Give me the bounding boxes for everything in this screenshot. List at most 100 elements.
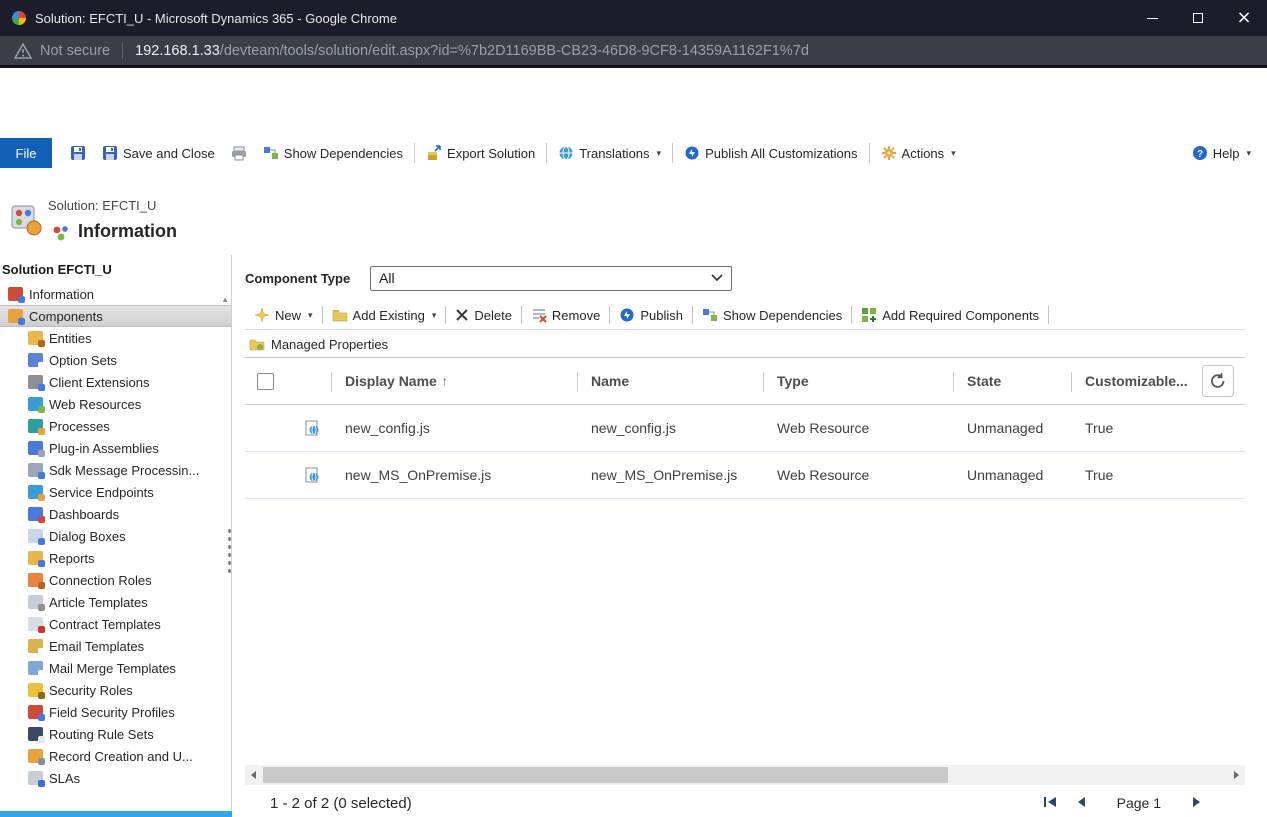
table-row[interactable]: new_MS_OnPremise.js new_MS_OnPremise.js … bbox=[245, 452, 1245, 499]
sidebar-item-entities[interactable]: Entities bbox=[0, 327, 231, 349]
scroll-left-button[interactable] bbox=[245, 765, 263, 785]
sidebar-item-information[interactable]: Information bbox=[0, 283, 231, 305]
solution-breadcrumb: Solution: EFCTI_U bbox=[48, 198, 156, 213]
information-page-icon bbox=[52, 224, 70, 247]
sidebar-splitter-handle[interactable] bbox=[227, 527, 232, 573]
sidebar-item-connection-roles[interactable]: Connection Roles bbox=[0, 569, 231, 591]
show-dependencies-grid-button[interactable]: Show Dependencies bbox=[693, 307, 851, 323]
service-endpoints-icon bbox=[28, 485, 43, 499]
refresh-icon bbox=[1209, 372, 1227, 390]
mail-merge-templates-icon bbox=[28, 661, 43, 675]
close-button[interactable]: × bbox=[1221, 0, 1267, 36]
delete-x-icon bbox=[455, 308, 469, 322]
address-bar[interactable]: Not secure 192.168.1.33 /devteam/tools/s… bbox=[0, 36, 1267, 68]
sidebar-title: Solution EFCTI_U bbox=[0, 255, 231, 283]
page-title: Information bbox=[78, 221, 177, 242]
sidebar-item-article-templates[interactable]: Article Templates bbox=[0, 591, 231, 613]
save-button[interactable] bbox=[62, 140, 94, 166]
save-and-close-button[interactable]: Save and Close bbox=[94, 140, 223, 166]
scroll-right-button[interactable] bbox=[1227, 765, 1245, 785]
cell-customizable: True bbox=[1071, 467, 1191, 483]
column-header-state[interactable]: State bbox=[953, 358, 1071, 404]
new-sparkle-icon bbox=[254, 307, 270, 323]
chevron-down-icon: ▾ bbox=[308, 310, 313, 321]
previous-page-button[interactable] bbox=[1075, 795, 1087, 812]
column-header-name[interactable]: Name bbox=[577, 358, 763, 404]
chevron-down-icon: ▾ bbox=[432, 310, 437, 321]
sidebar-item-reports[interactable]: Reports bbox=[0, 547, 231, 569]
managed-properties-button[interactable]: Managed Properties bbox=[245, 331, 1245, 358]
maximize-button[interactable] bbox=[1175, 0, 1221, 36]
sidebar-item-client-extensions[interactable]: Client Extensions bbox=[0, 371, 231, 393]
security-label: Not secure bbox=[40, 43, 110, 59]
sidebar-item-routing-rule-sets[interactable]: Routing Rule Sets bbox=[0, 723, 231, 745]
article-templates-icon bbox=[28, 595, 43, 609]
column-header-customizable[interactable]: Customizable... bbox=[1071, 358, 1191, 404]
previous-page-icon bbox=[1075, 796, 1087, 808]
sidebar-item-contract-templates[interactable]: Contract Templates bbox=[0, 613, 231, 635]
add-required-components-button[interactable]: Add Required Components bbox=[852, 307, 1048, 323]
delete-button[interactable]: Delete bbox=[446, 308, 521, 323]
next-page-icon bbox=[1191, 796, 1203, 808]
column-header-type[interactable]: Type bbox=[763, 358, 953, 404]
sidebar-item-mail-merge-templates[interactable]: Mail Merge Templates bbox=[0, 657, 231, 679]
sidebar-item-option-sets[interactable]: Option Sets bbox=[0, 349, 231, 371]
sidebar-item-slas[interactable]: SLAs bbox=[0, 767, 231, 789]
sidebar-item-components[interactable]: Components bbox=[0, 305, 231, 327]
column-header-display-name[interactable]: Display Name ↑ bbox=[331, 358, 577, 404]
grid-statusbar: 1 - 2 of 2 (0 selected) Page 1 bbox=[245, 789, 1245, 817]
file-tab[interactable]: File bbox=[0, 138, 52, 168]
url-path: /devteam/tools/solution/edit.aspx?id=%7b… bbox=[220, 43, 809, 59]
select-all-checkbox[interactable] bbox=[257, 373, 274, 390]
actions-gear-icon bbox=[881, 145, 897, 161]
chevron-down-icon: ▾ bbox=[1246, 148, 1251, 159]
table-row[interactable]: new_config.js new_config.js Web Resource… bbox=[245, 405, 1245, 452]
help-menu-button[interactable]: ? Help ▾ bbox=[1184, 140, 1259, 166]
export-solution-button[interactable]: Export Solution bbox=[418, 140, 543, 166]
sidebar-item-processes[interactable]: Processes bbox=[0, 415, 231, 437]
sidebar-item-field-security-profiles[interactable]: Field Security Profiles bbox=[0, 701, 231, 723]
url-host: 192.168.1.33 bbox=[135, 43, 220, 59]
cell-display-name[interactable]: new_config.js bbox=[331, 420, 577, 436]
next-page-button[interactable] bbox=[1191, 795, 1203, 812]
sort-ascending-icon: ↑ bbox=[442, 374, 448, 388]
sidebar-item-sdk-message-processing[interactable]: Sdk Message Processin... bbox=[0, 459, 231, 481]
sidebar-item-security-roles[interactable]: Security Roles bbox=[0, 679, 231, 701]
sidebar-scroll-up-icon[interactable]: ▲ bbox=[221, 295, 229, 304]
horizontal-scrollbar[interactable] bbox=[245, 765, 1245, 785]
page-indicator: Page 1 bbox=[1117, 795, 1161, 811]
print-icon bbox=[231, 145, 247, 161]
show-dependencies-icon bbox=[702, 307, 718, 323]
remove-button[interactable]: Remove bbox=[522, 307, 609, 323]
option-sets-icon bbox=[28, 353, 43, 367]
field-security-profiles-icon bbox=[28, 705, 43, 719]
publish-button[interactable]: Publish bbox=[610, 307, 692, 323]
add-existing-menu-button[interactable]: Add Existing ▾ bbox=[323, 307, 446, 323]
refresh-button[interactable] bbox=[1202, 365, 1234, 397]
translations-menu-button[interactable]: Translations ▾ bbox=[550, 140, 669, 166]
component-type-select[interactable]: All bbox=[370, 266, 732, 291]
actions-menu-button[interactable]: Actions ▾ bbox=[873, 140, 964, 166]
publish-all-customizations-button[interactable]: Publish All Customizations bbox=[676, 140, 865, 166]
sidebar-item-dialog-boxes[interactable]: Dialog Boxes bbox=[0, 525, 231, 547]
new-menu-button[interactable]: New ▾ bbox=[245, 307, 322, 323]
scrollbar-thumb[interactable] bbox=[263, 767, 948, 783]
sidebar-item-web-resources[interactable]: Web Resources bbox=[0, 393, 231, 415]
sidebar-item-record-creation[interactable]: Record Creation and U... bbox=[0, 745, 231, 767]
print-button[interactable] bbox=[223, 140, 255, 166]
sidebar-item-dashboards[interactable]: Dashboards bbox=[0, 503, 231, 525]
app-favicon-icon bbox=[12, 11, 26, 25]
sidebar-item-email-templates[interactable]: Email Templates bbox=[0, 635, 231, 657]
information-icon bbox=[8, 287, 23, 301]
show-dependencies-button[interactable]: Show Dependencies bbox=[255, 140, 411, 166]
add-required-components-icon bbox=[861, 307, 877, 323]
sidebar-item-service-endpoints[interactable]: Service Endpoints bbox=[0, 481, 231, 503]
cell-type: Web Resource bbox=[763, 420, 953, 436]
minimize-button[interactable] bbox=[1129, 0, 1175, 36]
sidebar-item-plugin-assemblies[interactable]: Plug-in Assemblies bbox=[0, 437, 231, 459]
web-resource-icon bbox=[304, 420, 320, 436]
add-existing-folder-icon bbox=[332, 307, 348, 323]
bottom-blue-strip bbox=[0, 811, 232, 817]
first-page-button[interactable] bbox=[1043, 795, 1059, 812]
cell-display-name[interactable]: new_MS_OnPremise.js bbox=[331, 467, 577, 483]
